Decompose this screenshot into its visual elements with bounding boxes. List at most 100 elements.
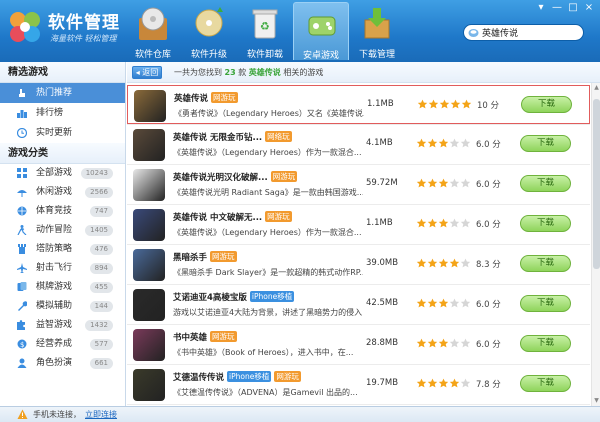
scrollbar-thumb[interactable] xyxy=(593,99,600,269)
game-row[interactable]: 英雄传说 无限金币钻... 网络玩 《英雄传说》（Legendary Heroes… xyxy=(127,125,590,164)
download-button[interactable]: 下载 xyxy=(520,375,571,392)
category-count: 2566 xyxy=(85,187,113,198)
category-shooting[interactable]: 射击飞行 894 xyxy=(0,259,125,278)
star-icon xyxy=(449,218,460,227)
game-row[interactable]: 艾诺迪亚4高棱宝版 iPhone移植 游戏以艾诺迪亚4大陆为背景，讲述了黑暗势力的… xyxy=(127,285,590,324)
download-button[interactable]: 下载 xyxy=(520,135,571,152)
game-row[interactable]: 英雄传说光明汉化破解... 网游玩 《英雄传说光明 Radiant Saga》是一… xyxy=(127,165,590,204)
star-icon xyxy=(438,218,449,227)
download-button[interactable]: 下载 xyxy=(520,215,571,232)
game-title[interactable]: 黑暗杀手 网游玩 xyxy=(173,251,237,263)
game-size: 42.5MB xyxy=(366,298,399,308)
game-name: 英雄传说 中文破解无... xyxy=(173,213,263,223)
tab-software-store[interactable]: 软件仓库 xyxy=(125,2,181,60)
game-title[interactable]: 英雄传说 无限金币钻... 网络玩 xyxy=(173,131,292,143)
category-count: 455 xyxy=(89,282,113,293)
game-thumbnail[interactable] xyxy=(134,90,166,122)
disc-box-icon xyxy=(139,7,167,40)
tab-software-uninstall[interactable]: ♻ 软件卸载 xyxy=(237,2,293,60)
download-button[interactable]: 下载 xyxy=(520,295,571,312)
game-thumbnail[interactable] xyxy=(133,289,165,321)
star-icon xyxy=(438,258,449,267)
category-business[interactable]: $ 经营养成 577 xyxy=(0,335,125,354)
category-list: 全部游戏 10243 休闲游戏 2566 体育竞技 747 动作冒险 1405 … xyxy=(0,164,125,373)
game-title[interactable]: 英雄传说 中文破解无... 网游玩 xyxy=(173,211,292,223)
star-icon xyxy=(460,138,471,147)
game-description: 《黑暗杀手 Dark Slayer》是一款超精的韩式动作RP... xyxy=(173,268,363,277)
app-slogan: 海量软件 轻松管理 xyxy=(50,34,117,43)
star-icon xyxy=(450,99,461,108)
game-row[interactable]: 黑暗杀手 网游玩 《黑暗杀手 Dark Slayer》是一款超精的韩式动作RP..… xyxy=(127,245,590,284)
maximize-icon[interactable]: □ xyxy=(566,2,580,13)
tab-download-manager[interactable]: 下载管理 xyxy=(349,2,405,60)
category-role-play[interactable]: 角色扮演 661 xyxy=(0,354,125,373)
scroll-down-icon[interactable]: ▼ xyxy=(592,396,600,406)
download-button[interactable]: 下载 xyxy=(520,175,571,192)
picks-section-title: 精选游戏 xyxy=(0,62,125,83)
back-button[interactable]: ◂ 返回 xyxy=(132,66,162,79)
game-size: 28.8MB xyxy=(366,338,399,348)
sidebar-item-updates[interactable]: 实时更新 xyxy=(0,123,125,143)
game-thumbnail[interactable] xyxy=(133,129,165,161)
game-thumbnail[interactable] xyxy=(133,329,165,361)
menu-dropdown-icon[interactable]: ▾ xyxy=(534,2,548,13)
sidebar-item-ranking[interactable]: 排行榜 xyxy=(0,103,125,123)
game-score: 8.3 分 xyxy=(476,260,501,270)
star-icon xyxy=(416,218,427,227)
category-label: 塔防策略 xyxy=(36,244,73,254)
category-action[interactable]: 动作冒险 1405 xyxy=(0,221,125,240)
category-board-card[interactable]: 棋牌游戏 455 xyxy=(0,278,125,297)
sidebar-item-label: 排行榜 xyxy=(36,108,64,118)
search-input[interactable] xyxy=(482,26,580,39)
category-simulation[interactable]: 模拟辅助 144 xyxy=(0,297,125,316)
star-icon xyxy=(428,99,439,108)
game-description: 《艾德温传传说》（ADVENA）是Gamevil 出品的... xyxy=(173,388,358,397)
tab-software-upgrade[interactable]: 软件升级 xyxy=(181,2,237,60)
game-score: 6.0 分 xyxy=(476,140,501,150)
category-leisure[interactable]: 休闲游戏 2566 xyxy=(0,183,125,202)
search-icon[interactable] xyxy=(468,28,479,38)
game-tag: 网络玩 xyxy=(265,131,292,142)
star-icon xyxy=(438,338,449,347)
game-row[interactable]: 艾德温传传说 iPhone移植 网游玩 《艾德温传传说》（ADVENA）是Gamev… xyxy=(127,365,590,404)
download-button[interactable]: 下载 xyxy=(520,335,571,352)
game-description: 《勇者传说》（Legendary Heroes）又名《英雄传说... xyxy=(174,109,364,118)
game-thumbnail[interactable] xyxy=(133,169,165,201)
game-row[interactable]: 书中英雄 网游玩 《书中英雄》（Book of Heroes），进入书中，在...… xyxy=(127,325,590,364)
minimize-icon[interactable]: — xyxy=(550,2,564,13)
game-name: 艾德温传传说 xyxy=(173,373,225,383)
scrollbar[interactable]: ▲ ▼ xyxy=(591,83,600,406)
category-all[interactable]: 全部游戏 10243 xyxy=(0,164,125,183)
game-thumbnail[interactable] xyxy=(133,369,165,401)
category-puzzle[interactable]: 益智游戏 1432 xyxy=(0,316,125,335)
category-count: 747 xyxy=(89,206,113,217)
game-name: 英雄传说光明汉化破解... xyxy=(173,173,268,183)
download-button[interactable]: 下载 xyxy=(521,96,572,113)
download-button[interactable]: 下载 xyxy=(520,255,571,272)
sidebar: 精选游戏 热门推荐 排行榜 实时更新 游戏分类 全部游戏 10243 休闲游戏 … xyxy=(0,62,126,406)
game-name: 英雄传说 无限金币钻... xyxy=(173,133,263,143)
rating-stars xyxy=(416,337,471,348)
game-title[interactable]: 艾德温传传说 iPhone移植 网游玩 xyxy=(173,371,301,383)
connect-now-link[interactable]: 立即连接 xyxy=(85,410,117,419)
close-icon[interactable]: × xyxy=(582,2,596,13)
star-icon xyxy=(460,178,471,187)
game-thumbnail[interactable] xyxy=(133,209,165,241)
game-title[interactable]: 书中英雄 网游玩 xyxy=(173,331,237,343)
game-title[interactable]: 英雄传说光明汉化破解... 网游玩 xyxy=(173,171,298,183)
category-tower-defense[interactable]: 塔防策略 476 xyxy=(0,240,125,259)
scroll-up-icon[interactable]: ▲ xyxy=(592,83,600,93)
star-icon xyxy=(449,338,460,347)
game-row[interactable]: 英雄传说 网游玩 《勇者传说》（Legendary Heroes）又名《英雄传说.… xyxy=(127,85,590,124)
category-sports[interactable]: 体育竞技 747 xyxy=(0,202,125,221)
tab-android-games[interactable]: 安卓游戏 xyxy=(293,2,349,61)
tab-label: 软件升级 xyxy=(190,50,227,60)
role-icon xyxy=(17,358,27,368)
game-title[interactable]: 艾诺迪亚4高棱宝版 iPhone移植 xyxy=(173,291,295,303)
action-icon xyxy=(17,225,27,235)
game-row[interactable]: 英雄传说 中文破解无... 网游玩 《英雄传说》（Legendary Heroes… xyxy=(127,205,590,244)
game-title[interactable]: 英雄传说 网游玩 xyxy=(174,92,238,104)
game-thumbnail[interactable] xyxy=(133,249,165,281)
category-count: 1432 xyxy=(85,320,113,331)
sidebar-item-hot[interactable]: 热门推荐 xyxy=(0,83,125,103)
